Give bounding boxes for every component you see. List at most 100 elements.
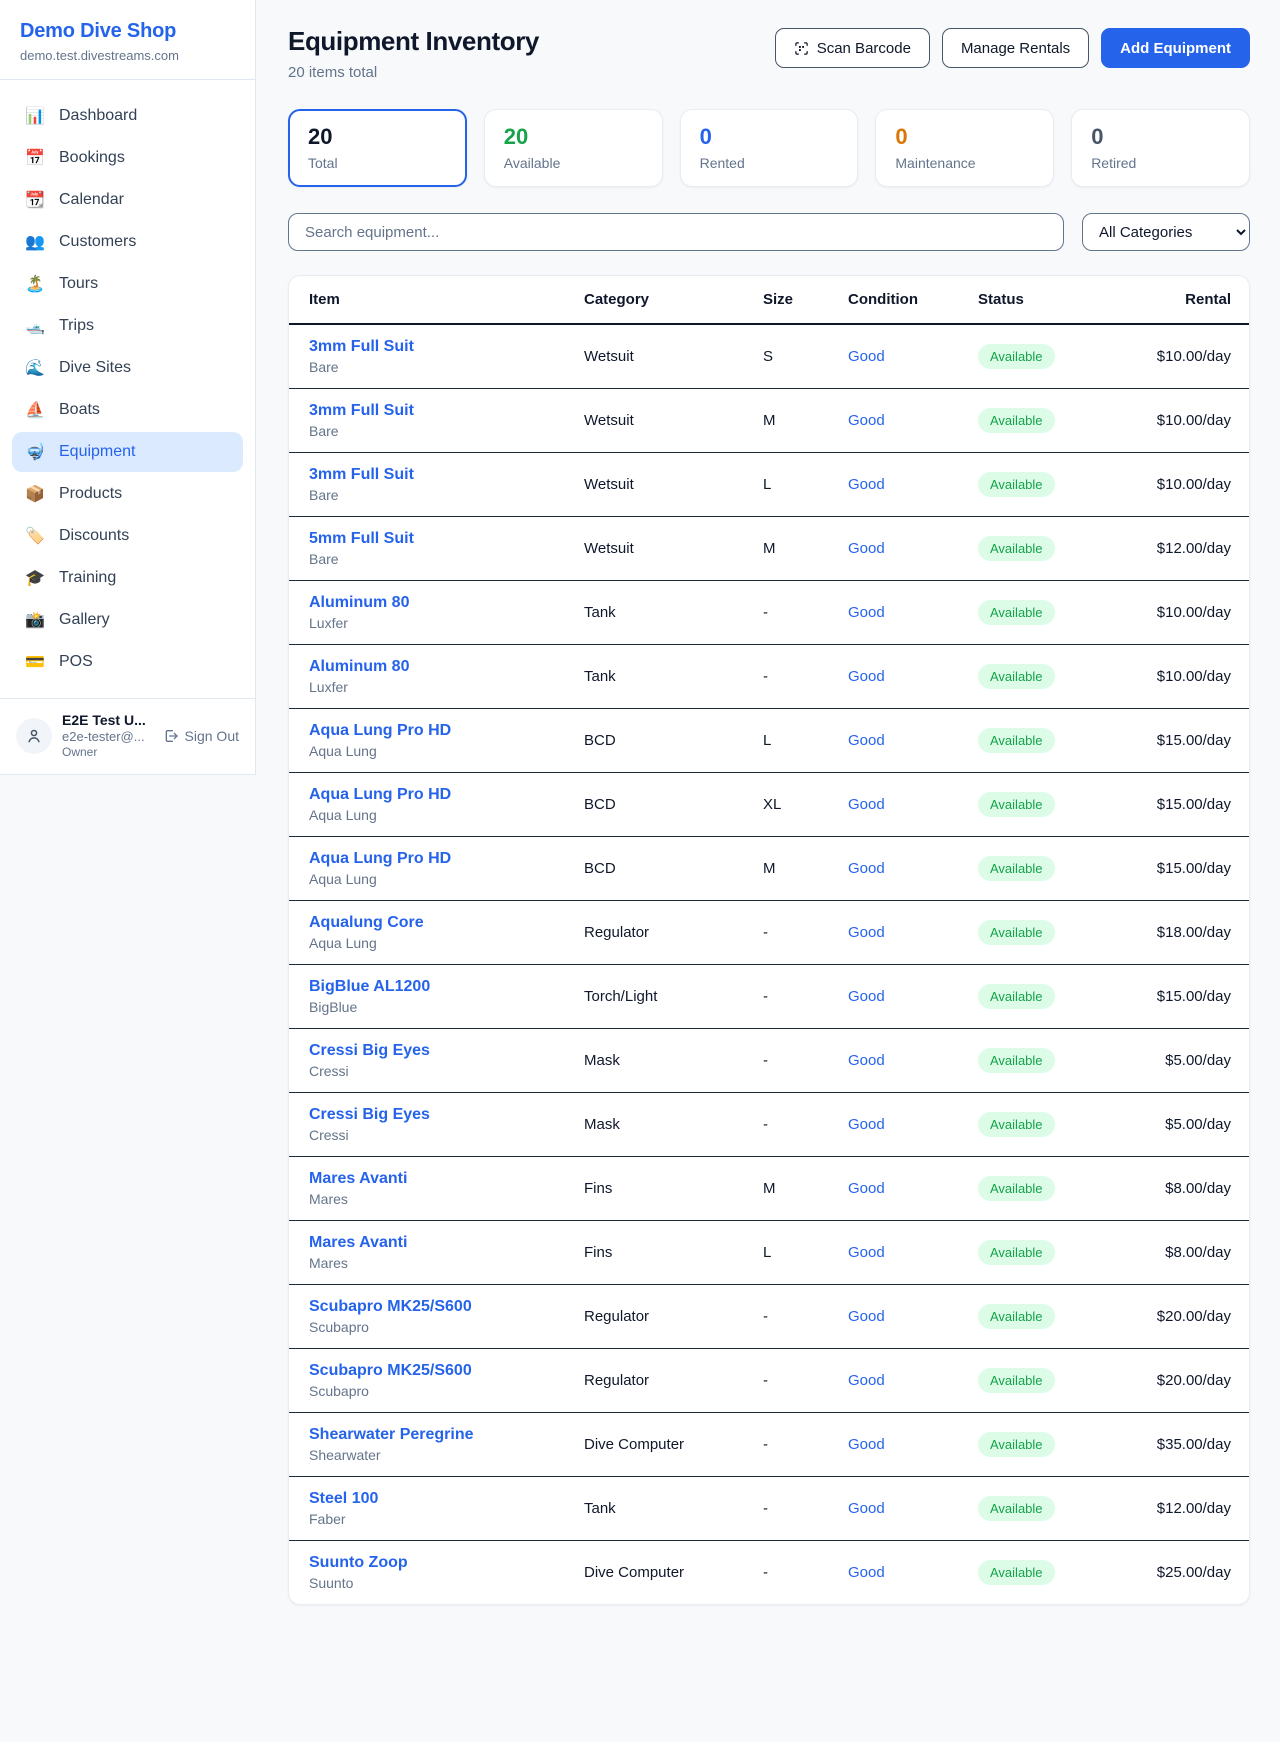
cell-rental: $35.00/day <box>1138 1413 1249 1477</box>
item-name-link[interactable]: Mares Avanti <box>309 1170 407 1188</box>
stat-card-maintenance[interactable]: 0Maintenance <box>875 109 1054 187</box>
sidebar-item-calendar[interactable]: 📆Calendar <box>12 180 243 220</box>
item-name-link[interactable]: Aqualung Core <box>309 914 424 932</box>
condition-link[interactable]: Good <box>848 604 885 621</box>
status-badge: Available <box>978 856 1055 881</box>
stat-card-total[interactable]: 20Total <box>288 109 467 187</box>
cell-condition: Good <box>848 389 978 453</box>
stat-card-available[interactable]: 20Available <box>484 109 663 187</box>
item-name-link[interactable]: Aqua Lung Pro HD <box>309 786 451 804</box>
item-name-link[interactable]: Mares Avanti <box>309 1234 407 1252</box>
category-filter-select[interactable]: All Categories <box>1082 213 1250 251</box>
condition-link[interactable]: Good <box>848 988 885 1005</box>
scan-barcode-button[interactable]: Scan Barcode <box>775 28 930 68</box>
user-email: e2e-tester@... <box>62 729 153 744</box>
item-name-link[interactable]: 3mm Full Suit <box>309 338 414 356</box>
sidebar-item-tours[interactable]: 🏝️Tours <box>12 264 243 304</box>
sidebar-item-products[interactable]: 📦Products <box>12 474 243 514</box>
item-name-link[interactable]: Cressi Big Eyes <box>309 1042 430 1060</box>
item-name-link[interactable]: Aqua Lung Pro HD <box>309 850 451 868</box>
condition-link[interactable]: Good <box>848 732 885 749</box>
condition-link[interactable]: Good <box>848 1052 885 1069</box>
stats-cards: 20Total20Available0Rented0Maintenance0Re… <box>288 109 1250 187</box>
item-name-link[interactable]: 3mm Full Suit <box>309 402 414 420</box>
condition-link[interactable]: Good <box>848 860 885 877</box>
item-name-link[interactable]: Steel 100 <box>309 1490 378 1508</box>
search-input[interactable] <box>288 213 1064 251</box>
item-name-link[interactable]: BigBlue AL1200 <box>309 978 430 996</box>
column-header-status: Status <box>978 276 1138 324</box>
table-row: BigBlue AL1200BigBlueTorch/Light-GoodAva… <box>289 965 1249 1029</box>
stat-card-retired[interactable]: 0Retired <box>1071 109 1250 187</box>
item-name-link[interactable]: Aluminum 80 <box>309 658 409 676</box>
sign-out-label: Sign Out <box>185 728 239 744</box>
status-badge: Available <box>978 1048 1055 1073</box>
sidebar-item-dive-sites[interactable]: 🌊Dive Sites <box>12 348 243 388</box>
sidebar-item-customers[interactable]: 👥Customers <box>12 222 243 262</box>
sidebar-item-pos[interactable]: 💳POS <box>12 642 243 682</box>
sidebar-item-training[interactable]: 🎓Training <box>12 558 243 598</box>
add-equipment-button[interactable]: Add Equipment <box>1101 28 1250 68</box>
cell-condition: Good <box>848 1221 978 1285</box>
item-name-link[interactable]: Scubapro MK25/S600 <box>309 1298 472 1316</box>
condition-link[interactable]: Good <box>848 540 885 557</box>
sign-out-button[interactable]: Sign Out <box>163 728 239 744</box>
condition-link[interactable]: Good <box>848 1116 885 1133</box>
table-row: Mares AvantiMaresFinsMGoodAvailable$8.00… <box>289 1157 1249 1221</box>
item-name-link[interactable]: 3mm Full Suit <box>309 466 414 484</box>
user-role: Owner <box>62 745 153 759</box>
cell-item: Steel 100Faber <box>289 1477 584 1541</box>
table-row: Mares AvantiMaresFinsLGoodAvailable$8.00… <box>289 1221 1249 1285</box>
cell-status: Available <box>978 1221 1138 1285</box>
table-row: Cressi Big EyesCressiMask-GoodAvailable$… <box>289 1029 1249 1093</box>
condition-link[interactable]: Good <box>848 348 885 365</box>
cell-status: Available <box>978 1285 1138 1349</box>
condition-link[interactable]: Good <box>848 668 885 685</box>
cell-condition: Good <box>848 1349 978 1413</box>
stat-label-rented: Rented <box>700 155 839 171</box>
condition-link[interactable]: Good <box>848 1436 885 1453</box>
table-row: Shearwater PeregrineShearwaterDive Compu… <box>289 1413 1249 1477</box>
condition-link[interactable]: Good <box>848 1180 885 1197</box>
cell-item: Cressi Big EyesCressi <box>289 1093 584 1157</box>
cell-rental: $20.00/day <box>1138 1349 1249 1413</box>
sidebar-item-label: Dive Sites <box>59 359 131 377</box>
sidebar-item-discounts[interactable]: 🏷️Discounts <box>12 516 243 556</box>
cell-size: - <box>763 1029 848 1093</box>
item-name-link[interactable]: Shearwater Peregrine <box>309 1426 474 1444</box>
item-name-link[interactable]: Suunto Zoop <box>309 1554 408 1572</box>
condition-link[interactable]: Good <box>848 476 885 493</box>
cell-rental: $5.00/day <box>1138 1093 1249 1157</box>
pos-icon: 💳 <box>24 652 46 672</box>
item-name-link[interactable]: Aluminum 80 <box>309 594 409 612</box>
cell-item: Scubapro MK25/S600Scubapro <box>289 1349 584 1413</box>
condition-link[interactable]: Good <box>848 1500 885 1517</box>
sidebar-item-trips[interactable]: 🛥️Trips <box>12 306 243 346</box>
item-name-link[interactable]: Cressi Big Eyes <box>309 1106 430 1124</box>
cell-item: 3mm Full SuitBare <box>289 389 584 453</box>
sidebar-item-bookings[interactable]: 📅Bookings <box>12 138 243 178</box>
condition-link[interactable]: Good <box>848 924 885 941</box>
item-name-link[interactable]: Aqua Lung Pro HD <box>309 722 451 740</box>
condition-link[interactable]: Good <box>848 412 885 429</box>
sidebar-item-boats[interactable]: ⛵Boats <box>12 390 243 430</box>
item-name-link[interactable]: Scubapro MK25/S600 <box>309 1362 472 1380</box>
condition-link[interactable]: Good <box>848 1372 885 1389</box>
sidebar-item-dashboard[interactable]: 📊Dashboard <box>12 96 243 136</box>
status-badge: Available <box>978 536 1055 561</box>
condition-link[interactable]: Good <box>848 1308 885 1325</box>
condition-link[interactable]: Good <box>848 796 885 813</box>
status-badge: Available <box>978 1496 1055 1521</box>
stat-card-rented[interactable]: 0Rented <box>680 109 859 187</box>
sidebar-item-label: Customers <box>59 233 136 251</box>
item-name-link[interactable]: 5mm Full Suit <box>309 530 414 548</box>
condition-link[interactable]: Good <box>848 1244 885 1261</box>
manage-rentals-button[interactable]: Manage Rentals <box>942 28 1089 68</box>
cell-status: Available <box>978 901 1138 965</box>
header-actions: Scan Barcode Manage Rentals Add Equipmen… <box>775 28 1250 68</box>
condition-link[interactable]: Good <box>848 1564 885 1581</box>
item-brand: Bare <box>309 551 584 567</box>
sidebar-item-gallery[interactable]: 📸Gallery <box>12 600 243 640</box>
cell-rental: $18.00/day <box>1138 901 1249 965</box>
sidebar-item-equipment[interactable]: 🤿Equipment <box>12 432 243 472</box>
